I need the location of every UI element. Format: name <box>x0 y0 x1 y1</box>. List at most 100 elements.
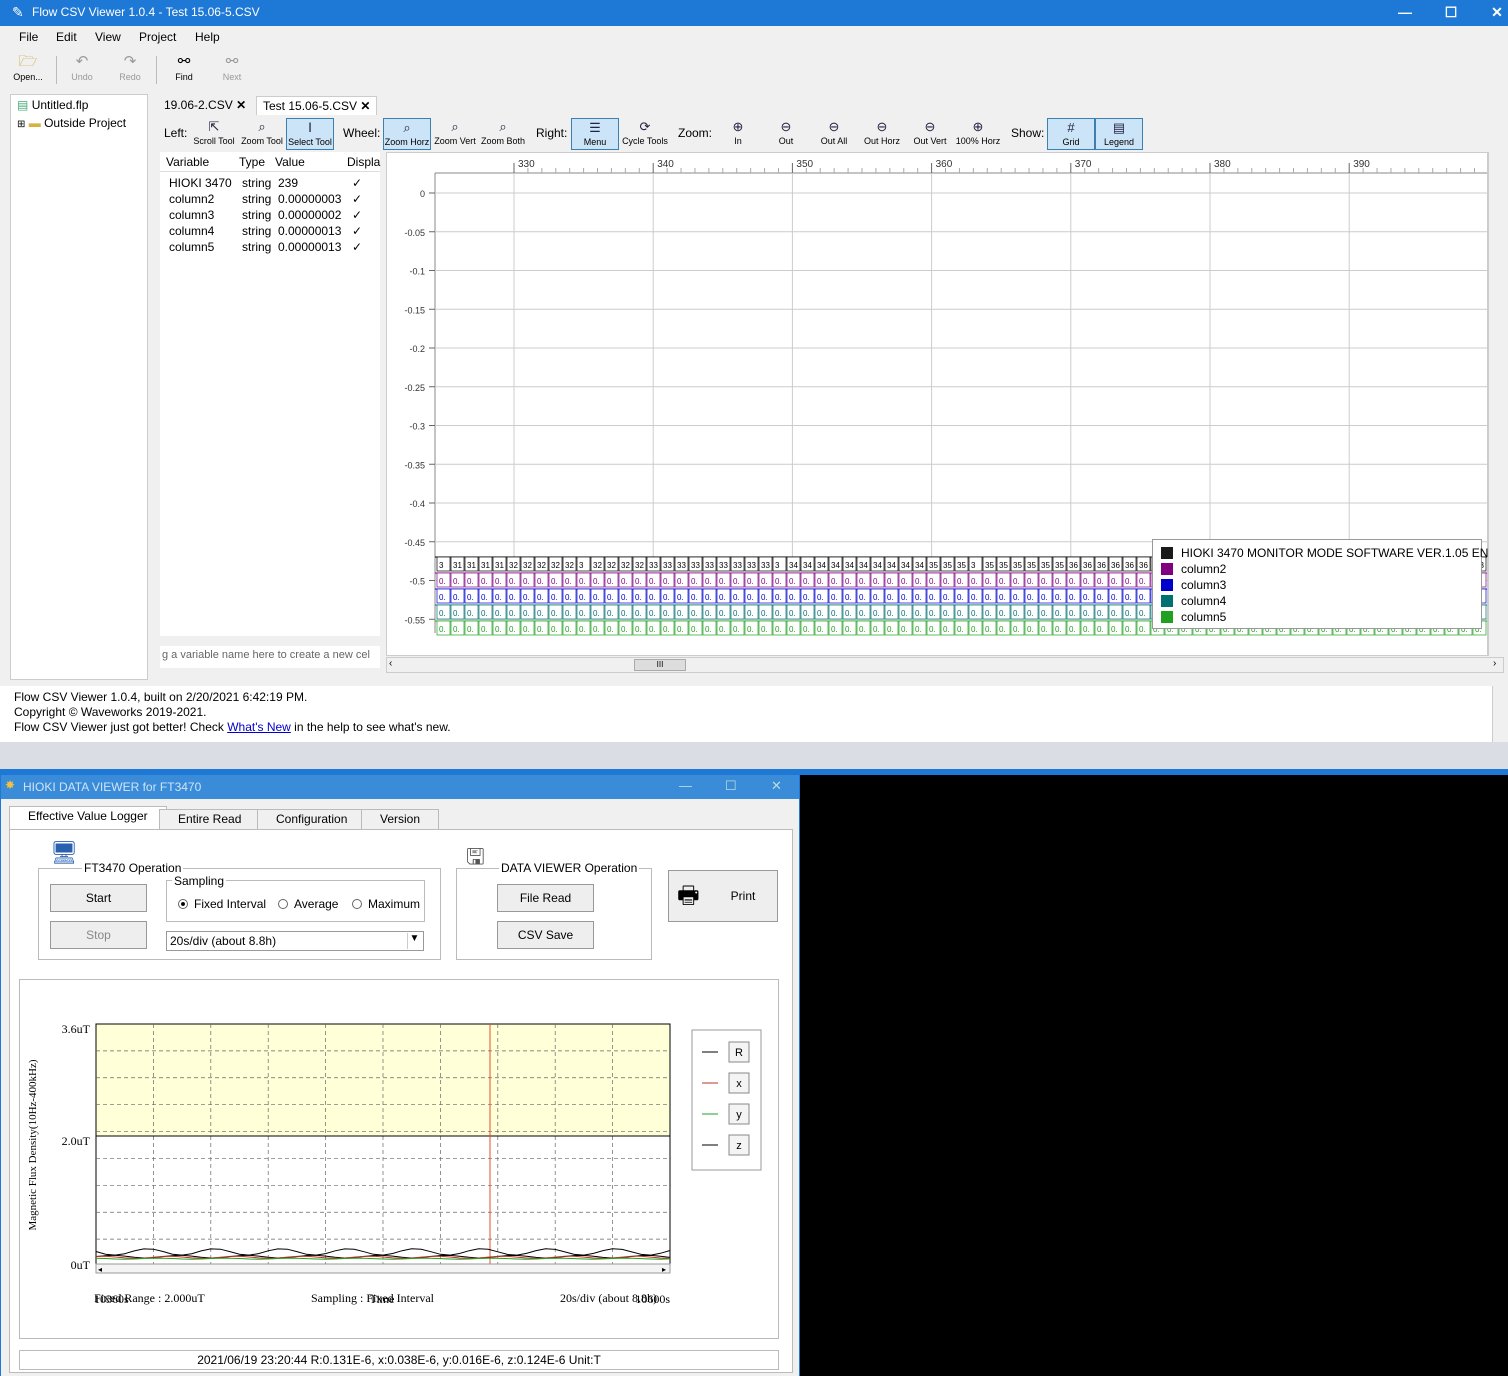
data-label: 0. <box>607 609 614 618</box>
radio-fixed-interval[interactable]: Fixed Interval <box>178 897 266 911</box>
data-label: 0. <box>467 609 474 618</box>
variable-row[interactable]: column2 string 0.00000003 ✓ <box>160 192 380 208</box>
zoom-out-horz-button[interactable]: ⊖ Out Horz <box>858 118 906 150</box>
data-label: 0. <box>1083 609 1090 618</box>
zoom-out-button[interactable]: ⊖ Out <box>762 118 810 150</box>
cycle-tools-button[interactable]: ⟳ Cycle Tools <box>621 118 669 150</box>
redo-button[interactable]: ↷ Redo <box>106 52 154 88</box>
menu-view[interactable]: View <box>95 30 121 44</box>
hioki-close-button[interactable]: ✕ <box>771 778 782 794</box>
tab-19-06-2[interactable]: 19.06-2.CSV ✕ <box>158 96 252 114</box>
redo-label: Redo <box>119 72 141 82</box>
chevron-down-icon[interactable]: ▼ <box>407 933 421 949</box>
tab-entire-read[interactable]: Entire Read <box>159 809 261 829</box>
col-variable[interactable]: Variable <box>166 155 209 169</box>
grid-toggle-button[interactable]: # Grid <box>1047 118 1095 150</box>
new-variable-input[interactable]: g a variable name here to create a new c… <box>160 646 380 668</box>
menu-mode-button[interactable]: ☰ Menu <box>571 118 619 150</box>
start-button[interactable]: Start <box>50 884 147 912</box>
display-checkbox[interactable]: ✓ <box>352 176 362 190</box>
select-tool-button[interactable]: Ⅰ Select Tool <box>286 118 334 150</box>
menu-file[interactable]: File <box>19 30 38 44</box>
zoom-in-button[interactable]: ⊕ In <box>714 118 762 150</box>
whats-new-link[interactable]: What's New <box>227 720 291 734</box>
tree-file-label: Untitled.flp <box>31 98 89 112</box>
tree-item-file[interactable]: ▤ Untitled.flp <box>17 98 88 112</box>
data-label: 0. <box>509 609 516 618</box>
variable-value: 239 <box>278 176 299 190</box>
rate-select[interactable]: 20s/div (about 8.8h) ▼ <box>166 931 424 951</box>
data-label: 0. <box>705 577 712 586</box>
data-label: 0. <box>495 593 502 602</box>
chart-horizontal-scrollbar[interactable]: ‹ III › <box>386 657 1504 673</box>
radio-average[interactable]: Average <box>278 897 338 911</box>
hioki-maximize-button[interactable]: ☐ <box>725 778 737 794</box>
display-checkbox[interactable]: ✓ <box>352 240 362 254</box>
col-value[interactable]: Value <box>275 155 305 169</box>
scroll-left-icon[interactable]: ‹ <box>389 658 392 669</box>
scroll-right-icon[interactable]: › <box>1493 658 1496 669</box>
stop-button[interactable]: Stop <box>50 921 147 949</box>
zoom-100-horz-button[interactable]: ⊕ 100% Horz <box>954 118 1002 150</box>
open-button[interactable]: 🗁 Open... <box>4 52 52 88</box>
expand-icon[interactable]: ⊞ <box>17 119 25 130</box>
minimize-button[interactable]: — <box>1382 0 1428 26</box>
legend-label: y <box>736 1109 742 1121</box>
variable-row[interactable]: column4 string 0.00000013 ✓ <box>160 224 380 240</box>
close-tab-icon[interactable]: ✕ <box>360 99 370 113</box>
zoom-out-all-button[interactable]: ⊖ Out All <box>810 118 858 150</box>
data-label: 0. <box>803 625 810 634</box>
legend-toggle-button[interactable]: ▤ Legend <box>1095 118 1143 150</box>
y-tick-label: -0.4 <box>409 499 425 509</box>
next-button[interactable]: ⚯ Next <box>208 52 256 88</box>
hioki-minimize-button[interactable]: — <box>679 778 692 793</box>
tab-version[interactable]: Version <box>361 809 440 829</box>
menu-edit[interactable]: Edit <box>56 30 77 44</box>
csv-save-button[interactable]: CSV Save <box>497 921 594 949</box>
data-label: 0. <box>467 593 474 602</box>
chart-vertical-scrollbar[interactable] <box>1488 152 1504 656</box>
zoom-both-button[interactable]: ⌕ Zoom Both <box>479 118 527 150</box>
flux-density-chart[interactable]: 3.6uT 2.0uT 0uT Magnetic Flux Density(10Hz-… <box>20 980 778 1338</box>
rate-select-value: 20s/div (about 8.8h) <box>170 934 277 948</box>
zoom-horz-button[interactable]: ⌕ Zoom Horz <box>383 118 431 150</box>
display-checkbox[interactable]: ✓ <box>352 224 362 238</box>
tab-configuration[interactable]: Configuration <box>257 809 367 829</box>
data-label: 0. <box>831 577 838 586</box>
variable-row[interactable]: column3 string 0.00000002 ✓ <box>160 208 380 224</box>
menu-project[interactable]: Project <box>139 30 176 44</box>
zoom-out-vert-button[interactable]: ⊖ Out Vert <box>906 118 954 150</box>
variable-row[interactable]: column5 string 0.00000013 ✓ <box>160 240 380 256</box>
display-checkbox[interactable]: ✓ <box>352 208 362 222</box>
col-display[interactable]: Displa <box>347 155 380 169</box>
menu-help[interactable]: Help <box>195 30 220 44</box>
y-tick-label: -0.5 <box>409 577 425 587</box>
status-scrollbar[interactable] <box>1492 686 1508 742</box>
data-label: 0. <box>607 593 614 602</box>
radio-maximum[interactable]: Maximum <box>352 897 420 911</box>
y-axis-label: Magnetic Flux Density(10Hz-400kHz) <box>27 1059 39 1230</box>
tab-test-15-06-5[interactable]: Test 15.06-5.CSV ✕ <box>256 96 378 115</box>
data-label: 0. <box>565 625 572 634</box>
data-label: 0. <box>1041 593 1048 602</box>
close-button[interactable]: ✕ <box>1474 0 1508 26</box>
file-read-button[interactable]: File Read <box>497 884 594 912</box>
tree-item-folder[interactable]: ⊞ ▬ Outside Project <box>17 116 126 130</box>
zoom-tool-button[interactable]: ⌕ Zoom Tool <box>238 118 286 150</box>
print-button[interactable]: 🖶 Print <box>668 870 778 922</box>
scroll-tool-button[interactable]: ⇱ Scroll Tool <box>190 118 238 150</box>
variable-row[interactable]: HIOKI 3470 string 239 ✓ <box>160 176 380 192</box>
maximize-button[interactable]: ☐ <box>1428 0 1474 26</box>
data-label: 0. <box>537 609 544 618</box>
tab-effective-value-logger[interactable]: Effective Value Logger <box>9 806 167 830</box>
close-tab-icon[interactable]: ✕ <box>236 98 246 112</box>
data-label: 0. <box>467 577 474 586</box>
zoom-vert-button[interactable]: ⌕ Zoom Vert <box>431 118 479 150</box>
find-button[interactable]: ⚯ Find <box>160 52 208 88</box>
undo-button[interactable]: ↶ Undo <box>58 52 106 88</box>
data-label: 0. <box>439 577 446 586</box>
scroll-thumb[interactable]: III <box>634 659 686 671</box>
display-checkbox[interactable]: ✓ <box>352 192 362 206</box>
x-tick-label: 330 <box>518 159 535 170</box>
col-type[interactable]: Type <box>239 155 265 169</box>
